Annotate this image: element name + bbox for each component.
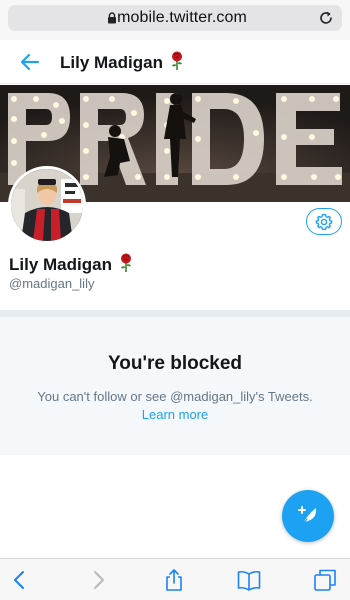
rose-icon xyxy=(120,253,131,272)
tabs-icon[interactable] xyxy=(313,568,337,592)
page: mobile.twitter.com Lily Madigan Lily Mad… xyxy=(0,0,350,600)
profile-handle: @madigan_lily xyxy=(9,276,95,291)
header-title: Lily Madigan xyxy=(60,51,184,73)
address-bar[interactable]: mobile.twitter.com xyxy=(8,5,342,31)
lock-icon xyxy=(108,12,116,24)
reload-icon[interactable] xyxy=(318,10,334,26)
blocked-title: You're blocked xyxy=(107,353,243,374)
profile-header-bar: Lily Madigan xyxy=(0,40,350,84)
share-icon[interactable] xyxy=(162,568,186,592)
profile-name-text: Lily Madigan xyxy=(9,255,112,274)
forward-chevron-icon[interactable] xyxy=(86,568,110,592)
header-name: Lily Madigan xyxy=(60,53,163,72)
bookmarks-icon[interactable] xyxy=(237,568,261,592)
compose-tweet-icon xyxy=(298,506,317,525)
back-arrow-icon[interactable] xyxy=(18,50,42,74)
settings-button[interactable] xyxy=(306,208,342,235)
back-chevron-icon[interactable] xyxy=(8,568,32,592)
browser-top-bar: mobile.twitter.com xyxy=(0,0,350,40)
blocked-notice: You're blocked You can't follow or see @… xyxy=(0,317,350,455)
url-text[interactable]: mobile.twitter.com xyxy=(103,9,247,27)
rose-icon xyxy=(171,51,182,70)
browser-bottom-toolbar xyxy=(0,558,350,600)
profile-name: Lily Madigan xyxy=(9,253,133,275)
gear-icon xyxy=(315,213,333,230)
avatar-image xyxy=(11,169,83,241)
avatar[interactable] xyxy=(8,166,86,244)
learn-more-link[interactable]: Learn more xyxy=(0,407,350,422)
section-divider xyxy=(0,310,350,317)
blocked-message: You can't follow or see @madigan_lily's … xyxy=(37,389,313,404)
compose-tweet-button[interactable] xyxy=(282,490,334,542)
